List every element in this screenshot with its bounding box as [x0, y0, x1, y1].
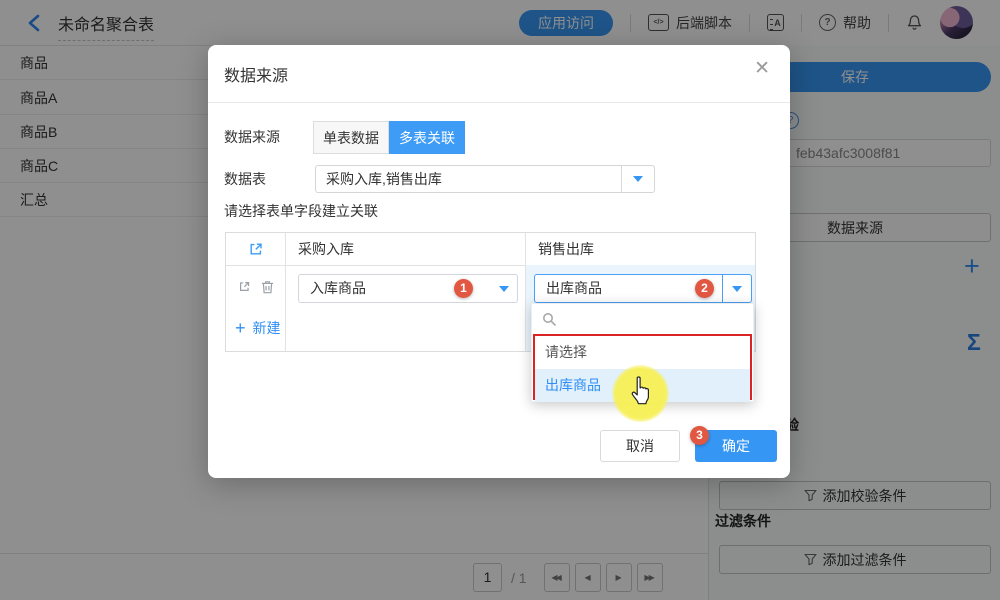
- select-caret-button[interactable]: [621, 166, 654, 192]
- modal-title: 数据来源: [224, 62, 288, 86]
- select-caret-button[interactable]: [722, 275, 751, 302]
- column-header-right-label: 销售出库: [526, 239, 594, 259]
- data-table-select[interactable]: 采购入库,销售出库: [315, 165, 655, 193]
- left-field-select[interactable]: 入库商品 1: [298, 274, 518, 303]
- chevron-down-icon: [633, 176, 643, 182]
- source-type-tabs: 单表数据 多表关联: [313, 121, 465, 154]
- row-action-cell: [226, 265, 286, 351]
- relation-table-header: 采购入库 销售出库: [226, 233, 755, 266]
- app-root: 未命名聚合表 应用访问 </> 后端脚本 A ? 帮助 商品 商品A: [0, 0, 1000, 600]
- close-icon[interactable]: ✕: [754, 59, 770, 78]
- plus-icon: +: [235, 319, 246, 337]
- data-table-label: 数据表: [224, 165, 266, 193]
- dropdown-option-placeholder[interactable]: 请选择: [535, 336, 750, 369]
- chevron-down-icon: [499, 286, 509, 292]
- chevron-down-icon: [732, 286, 742, 292]
- new-relation-label: 新建: [253, 318, 281, 338]
- right-field-select[interactable]: 出库商品 2: [534, 274, 752, 303]
- tab-multi-table[interactable]: 多表关联: [389, 121, 465, 154]
- column-header-left-label: 采购入库: [286, 239, 354, 259]
- header-icon-cell: [226, 233, 286, 265]
- step-badge-2: 2: [695, 279, 714, 298]
- cursor-pointer-icon: [629, 375, 653, 406]
- data-source-modal: 数据来源 ✕ 数据来源 单表数据 多表关联 数据表 采购入库,销售出库 请选择表…: [208, 45, 790, 478]
- left-field-value: 入库商品: [310, 275, 366, 302]
- right-field-value: 出库商品: [546, 275, 602, 302]
- search-icon: [542, 312, 557, 327]
- source-type-label: 数据来源: [224, 121, 280, 154]
- dropdown-search-input[interactable]: [532, 304, 753, 334]
- step-badge-3: 3: [690, 426, 709, 445]
- tab-single-table[interactable]: 单表数据: [313, 121, 389, 154]
- column-header-left: 采购入库: [286, 233, 526, 265]
- modal-header-divider: [208, 102, 790, 103]
- column-header-right: 销售出库: [526, 233, 755, 265]
- new-relation-button[interactable]: + 新建: [235, 318, 281, 338]
- data-table-value: 采购入库,销售出库: [326, 166, 442, 192]
- row-left-cell: 入库商品 1: [286, 265, 526, 351]
- trash-icon[interactable]: [261, 280, 274, 294]
- cancel-button[interactable]: 取消: [600, 430, 680, 462]
- open-form-icon[interactable]: [248, 241, 264, 257]
- open-form-icon[interactable]: [238, 280, 251, 293]
- relation-hint: 请选择表单字段建立关联: [224, 201, 378, 221]
- step-badge-1: 1: [454, 279, 473, 298]
